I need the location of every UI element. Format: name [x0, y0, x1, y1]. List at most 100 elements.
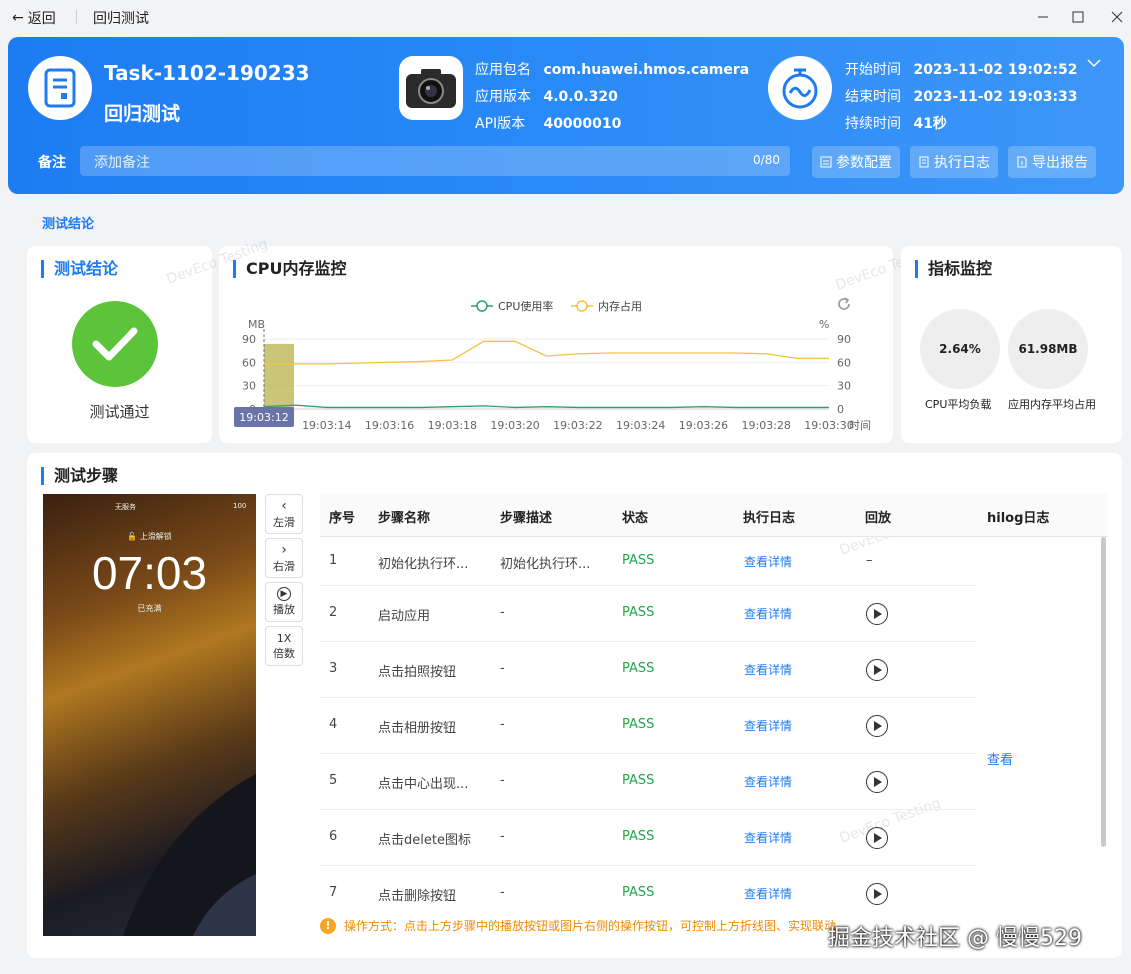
back-button[interactable]: ← 返回 — [12, 8, 56, 28]
step-name: 点击中心出现... — [378, 777, 469, 792]
row-divider — [320, 753, 976, 754]
step-description: - — [500, 661, 505, 676]
hilog-view-link[interactable]: 查看 — [987, 749, 1013, 768]
swipe-left-label: 左滑 — [273, 516, 295, 529]
view-details-link[interactable]: 查看详情 — [744, 885, 792, 902]
right-tick-label: 90 — [837, 333, 851, 346]
refresh-button[interactable] — [836, 296, 852, 316]
row-divider — [320, 585, 976, 586]
metrics-card: 指标监控 2.64% 61.98MB CPU平均负载 应用内存平均占用 — [901, 246, 1122, 443]
note-label: 备注 — [38, 155, 66, 171]
step-name: 点击拍照按钮 — [378, 665, 457, 680]
view-details-link[interactable]: 查看详情 — [744, 717, 792, 734]
maximize-button[interactable] — [1066, 6, 1090, 28]
arrow-left-icon: ← — [12, 10, 24, 26]
cpu-memory-card: CPU内存监控 DevEco Testing DevEco Testing CP… — [164, 236, 939, 443]
view-details-link[interactable]: 查看详情 — [744, 553, 792, 570]
window-title: 回归测试 — [93, 11, 149, 27]
left-tick-label: 60 — [242, 356, 256, 369]
export-report-button[interactable]: 导出报告 — [1008, 146, 1096, 178]
chevron-right-icon: › — [281, 542, 287, 558]
execution-log-button[interactable]: 执行日志 — [910, 146, 998, 178]
step-number: 4 — [329, 717, 338, 732]
scrollbar[interactable] — [1101, 537, 1106, 847]
row-divider — [320, 697, 976, 698]
header-divider — [320, 536, 1108, 537]
replay-play-icon[interactable] — [866, 715, 888, 737]
start-label: 开始时间 — [845, 62, 901, 78]
note-input[interactable]: 添加备注 0/80 — [80, 146, 790, 176]
duration: 持续时间 41秒 — [845, 113, 947, 133]
legend-marker — [576, 300, 588, 312]
right-tick-label: 0 — [837, 403, 844, 416]
chevron-left-icon: ‹ — [281, 498, 287, 514]
col-replay: 回放 — [865, 511, 892, 526]
replay-play-icon[interactable] — [866, 603, 888, 625]
execution-log-label: 执行日志 — [934, 155, 990, 171]
step-number: 2 — [329, 605, 338, 620]
legend-label: 内存占用 — [598, 299, 642, 313]
chevron-down-icon — [1087, 59, 1101, 68]
minimize-button[interactable] — [1031, 6, 1055, 28]
x-tick-label: 19:03:14 — [302, 419, 351, 432]
step-status: PASS — [622, 553, 655, 568]
right-tick-label: 30 — [837, 380, 851, 393]
log-doc-icon — [919, 156, 929, 168]
swipe-right-label: 右滑 — [273, 560, 295, 573]
col-status: 状态 — [622, 511, 649, 526]
api-info: API版本 40000010 — [475, 113, 621, 133]
refresh-icon — [838, 297, 850, 310]
play-button[interactable]: ▶ 播放 — [265, 582, 303, 622]
step-description: 初始化执行环... — [500, 557, 591, 572]
swipe-left-button[interactable]: ‹ 左滑 — [265, 494, 303, 534]
speed-button[interactable]: 1X 倍数 — [265, 626, 303, 666]
params-config-label: 参数配置 — [836, 155, 892, 171]
memory-series-line — [264, 340, 829, 365]
tab-conclusion[interactable]: 测试结论 — [42, 213, 94, 232]
back-label: 返回 — [27, 11, 56, 27]
carrier-text: 无服务 — [115, 503, 136, 511]
package-value: com.huawei.hmos.camera — [543, 62, 750, 78]
step-number: 6 — [329, 829, 338, 844]
replay-play-icon[interactable] — [866, 883, 888, 905]
view-details-link[interactable]: 查看详情 — [744, 605, 792, 622]
right-tick-label: 60 — [837, 356, 851, 369]
row-divider — [320, 809, 976, 810]
task-icon — [28, 56, 92, 120]
unlock-text: 上滑解锁 — [139, 532, 172, 541]
step-description: - — [500, 717, 505, 732]
replay-play-icon[interactable] — [866, 771, 888, 793]
replay-play-icon[interactable] — [866, 827, 888, 849]
params-config-button[interactable]: 参数配置 — [812, 146, 900, 178]
view-details-link[interactable]: 查看详情 — [744, 773, 792, 790]
step-name: 初始化执行环... — [378, 557, 469, 572]
cpu-memory-chart: CPU使用率内存占用 03060900306090MB%时间19:03:1419… — [234, 299, 871, 432]
x-tick-label: 19:03:30 — [804, 419, 853, 432]
package-info: 应用包名 com.huawei.hmos.camera — [475, 59, 749, 79]
left-tick-label: 90 — [242, 333, 256, 346]
collapse-button[interactable] — [1086, 57, 1102, 72]
step-status: PASS — [622, 605, 655, 620]
export-doc-icon — [1017, 156, 1027, 168]
task-header: Task-1102-190233 回归测试 应用包名 com.huawei.hm… — [8, 37, 1124, 194]
view-details-link[interactable]: 查看详情 — [744, 661, 792, 678]
highlight-band — [264, 343, 294, 409]
operation-tip: ! 操作方式：点击上方步骤中的播放按钮或图片右侧的操作按钮，可控制上方折线图、实… — [320, 917, 836, 934]
step-status: PASS — [622, 717, 655, 732]
legend-label: CPU使用率 — [498, 299, 553, 313]
replay-play-icon[interactable] — [866, 659, 888, 681]
col-step-desc: 步骤描述 — [500, 511, 553, 526]
step-status: PASS — [622, 773, 655, 788]
watermark: DevEco Testing — [837, 795, 943, 847]
cpu-metric: 2.64% — [920, 309, 1000, 389]
stopwatch-icon — [768, 56, 832, 120]
swipe-right-button[interactable]: › 右滑 — [265, 538, 303, 578]
step-status: PASS — [622, 829, 655, 844]
result-text: 测试通过 — [89, 403, 150, 421]
start-value: 2023-11-02 19:02:52 — [913, 62, 1078, 78]
title-bar: ← 返回 回归测试 — [0, 0, 1131, 34]
view-details-link[interactable]: 查看详情 — [744, 829, 792, 846]
conclusion-card: 测试结论 测试通过 — [27, 246, 212, 443]
close-button[interactable] — [1105, 6, 1129, 28]
task-name: 回归测试 — [104, 103, 181, 125]
